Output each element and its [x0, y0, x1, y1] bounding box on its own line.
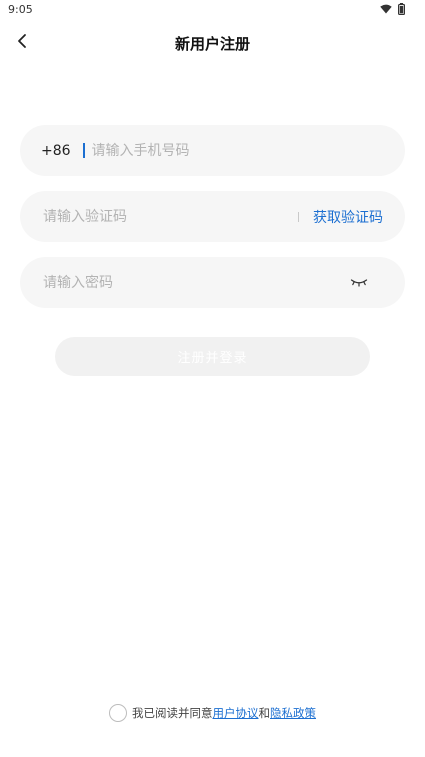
divider [298, 211, 299, 222]
agreement-prefix: 我已阅读并同意 [132, 706, 213, 720]
page-title: 新用户注册 [174, 35, 250, 53]
agreement-row: 我已阅读并同意 用户协议 和 隐私政策 [0, 704, 425, 722]
phone-input[interactable] [89, 141, 405, 160]
phone-field: +86 [20, 125, 405, 176]
password-input[interactable] [41, 273, 349, 292]
header: 新用户注册 [0, 25, 425, 61]
register-login-button[interactable]: 注册并登录 [55, 337, 370, 376]
status-icons [380, 3, 405, 15]
get-code-button[interactable]: 获取验证码 [313, 207, 383, 227]
verification-code-field: 获取验证码 [20, 191, 405, 242]
wifi-icon [380, 4, 392, 14]
privacy-policy-link[interactable]: 隐私政策 [270, 705, 316, 721]
status-bar: 9:05 [0, 0, 425, 20]
agreement-checkbox[interactable] [109, 704, 127, 722]
user-agreement-link[interactable]: 用户协议 [213, 705, 259, 721]
verification-code-input[interactable] [41, 207, 298, 226]
status-time: 9:05 [8, 3, 33, 16]
country-code[interactable]: +86 [41, 143, 71, 159]
eye-closed-icon[interactable] [349, 276, 369, 290]
password-field [20, 257, 405, 308]
text-cursor [82, 143, 85, 158]
agreement-conjunction: 和 [258, 706, 271, 720]
battery-icon [398, 3, 405, 15]
